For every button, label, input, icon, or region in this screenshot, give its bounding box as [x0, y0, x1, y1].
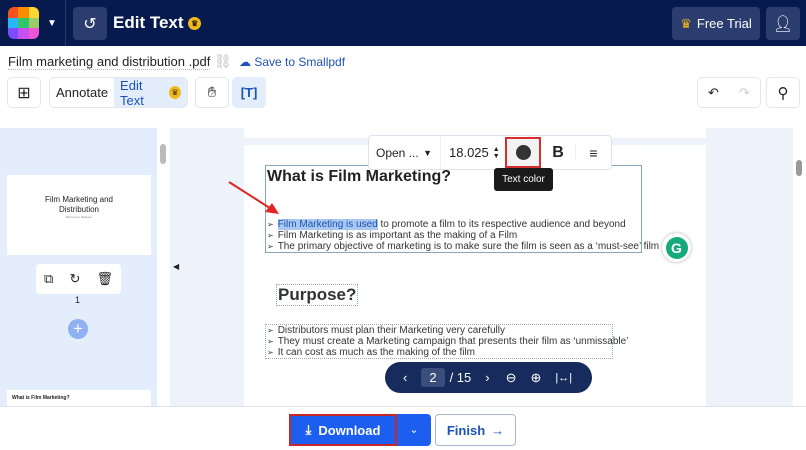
page-thumbnail-1[interactable]: Film Marketing and Distribution Maimoona… [7, 175, 151, 255]
user-button[interactable]: 👤︎ [766, 7, 800, 40]
trash-icon[interactable]: 🗑︎ [96, 271, 113, 287]
user-icon: 👤︎ [772, 15, 794, 33]
free-trial-button[interactable]: ♛ Free Trial [672, 7, 760, 40]
bullet-text: to promote a film to its respective audi… [377, 219, 626, 230]
arrow-right-icon: → [491, 422, 505, 438]
page-thumbnail-2[interactable]: What is Film Marketing? [7, 390, 151, 406]
heading-purpose[interactable]: Purpose? [276, 284, 359, 306]
edit-text-label: Edit Text [120, 77, 144, 108]
link-icon[interactable]: ⛓ [214, 53, 232, 70]
page-actions: ⧉ ↻ 🗑︎ [36, 264, 121, 294]
grammarly-icon[interactable]: G [662, 233, 691, 262]
color-dot-icon [515, 145, 531, 160]
crown-icon: ♛ [188, 17, 202, 31]
thumb-author: Maimoona Nadeem [65, 215, 93, 219]
tooltip: Text color [494, 168, 553, 191]
finish-label: Finish [446, 422, 486, 438]
scroll-thumb[interactable] [160, 144, 166, 164]
top-bar: ▼ ↺ Edit Text ♛ ♛ Free Trial 👤︎ [0, 0, 806, 46]
save-to-smallpdf-link[interactable]: ☁ Save to Smallpdf [239, 55, 345, 69]
free-trial-label: Free Trial [696, 16, 752, 31]
page-title: Edit Text ♛ [113, 13, 202, 33]
download-options-button[interactable]: ⌄ [397, 414, 431, 446]
bullet-text: Distributors must plan their Marketing v… [277, 325, 506, 336]
bullet-line[interactable]: ➢ Film Marketing is as important as the m… [267, 230, 517, 241]
prev-page-button[interactable]: ‹ [403, 370, 407, 385]
bullet-text: It can cost as much as the making of the… [277, 347, 476, 358]
font-size-input[interactable]: 18.025 ▲ ▼ [441, 145, 505, 160]
duplicate-icon[interactable]: ⧉ [44, 271, 53, 287]
thumb-title: Film Marketing and Distribution [44, 195, 114, 214]
bullet-text: Film Marketing is as important as the ma… [277, 230, 518, 241]
footer-divider [0, 406, 806, 407]
selected-text[interactable]: Film Marketing is used [277, 219, 378, 230]
add-page-button[interactable]: + [68, 319, 88, 339]
chevron-down-icon[interactable]: ▼ [47, 18, 57, 29]
bullet-line[interactable]: ➢ They must create a Marketing campaign t… [267, 336, 628, 347]
undo-button[interactable]: ↶ [698, 85, 729, 101]
sidebar-scrollbar[interactable] [157, 128, 170, 406]
text-tool-button[interactable]: [T] [232, 77, 266, 108]
divider [65, 0, 66, 46]
text-color-button[interactable] [505, 137, 541, 168]
bullet-text: The primary objective of marketing is to… [277, 241, 660, 252]
red-arrow-annotation [228, 181, 279, 214]
thumbnails-button[interactable]: ⊞ [7, 77, 41, 108]
stepper-icon[interactable]: ▲ ▼ [493, 146, 500, 160]
crown-icon: ♛ [680, 15, 692, 31]
zoom-out-button[interactable]: ⊖ [506, 370, 517, 386]
rotate-icon[interactable]: ↻ [69, 271, 80, 287]
main-scrollbar[interactable] [793, 128, 806, 406]
size-value: 18.025 [449, 145, 489, 160]
bullet-line[interactable]: ➢ The primary objective of marketing is t… [267, 241, 659, 252]
page-navigator: ‹ 2 / 15 › ⊖ ⊕ |↔| [385, 362, 592, 393]
back-button[interactable]: ↺ [73, 7, 107, 40]
next-page-button[interactable]: › [485, 370, 489, 385]
fit-width-button[interactable]: |↔| [555, 372, 572, 384]
zoom-in-button[interactable]: ⊕ [531, 370, 542, 386]
file-name[interactable]: Film marketing and distribution .pdf [8, 54, 211, 70]
download-label: Download [318, 422, 381, 438]
download-icon: ⤓ [305, 422, 312, 437]
page-total: / 15 [449, 370, 472, 385]
cloud-icon: ☁ [239, 55, 251, 69]
format-toolbar: Open ... ▼ 18.025 ▲ ▼ B ≡ [368, 135, 612, 170]
title-text: Edit Text [113, 13, 184, 32]
bullet-text: They must create a Marketing campaign th… [277, 336, 629, 347]
tab-annotate[interactable]: Annotate [50, 85, 114, 100]
finish-button[interactable]: Finish → [435, 414, 516, 446]
bullet-line[interactable]: ➢ It can cost as much as the making of th… [267, 347, 475, 358]
page-input[interactable]: 2 [421, 368, 445, 387]
page-number: 1 [75, 295, 81, 305]
scroll-thumb[interactable] [796, 160, 802, 176]
font-select[interactable]: Open ... ▼ [369, 136, 441, 169]
collapse-sidebar-icon[interactable]: ◀ [173, 262, 179, 271]
font-value: Open ... [376, 145, 419, 160]
align-button[interactable]: ≡ [575, 144, 611, 161]
redo-button[interactable]: ↷ [729, 85, 760, 101]
bullet-line[interactable]: ➢ Film Marketing is used to promote a fil… [267, 219, 626, 230]
download-button[interactable]: ⤓ Download [289, 414, 397, 446]
bullet-line[interactable]: ➢ Distributors must plan their Marketing … [267, 325, 505, 336]
page-sidebar: Film Marketing and Distribution Maimoona… [0, 128, 157, 406]
tab-edit-text[interactable]: Edit Text ♛ [114, 78, 187, 107]
save-label: Save to Smallpdf [254, 55, 346, 69]
undo-redo-group: ↶ ↷ [697, 77, 761, 108]
hand-tool-button[interactable]: ✋︎ [195, 77, 229, 108]
crown-icon: ♛ [168, 86, 181, 99]
app-logo[interactable] [8, 7, 39, 39]
heading-film-marketing[interactable]: What is Film Marketing? [267, 168, 451, 186]
search-button[interactable]: ⚲ [766, 77, 800, 108]
bold-button[interactable]: B [541, 144, 575, 162]
caret-down-icon: ▼ [423, 147, 432, 158]
mode-switch: Annotate Edit Text ♛ [49, 77, 188, 108]
